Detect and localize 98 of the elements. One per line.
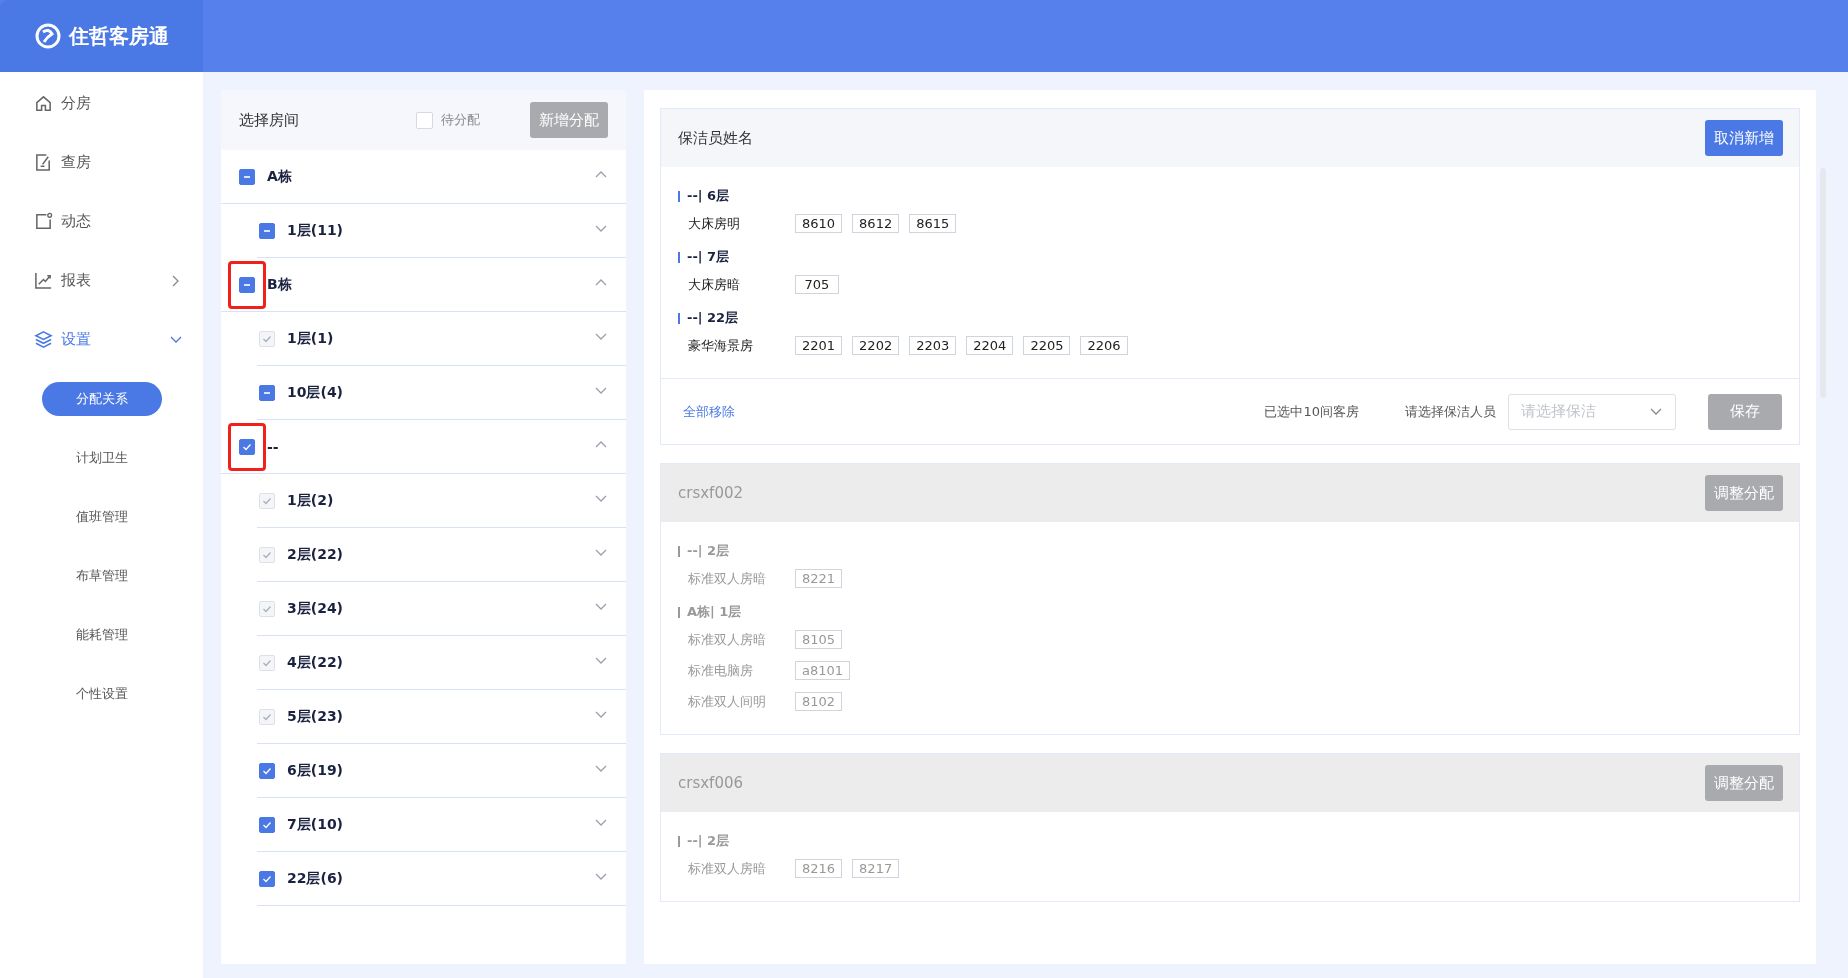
room-tag: 2205 [1023,336,1071,355]
floor-label: 22层(6) [287,869,345,888]
room-tag: 8615 [909,214,957,233]
room-type: 标准双人房暗 [688,569,767,588]
home-icon [34,94,53,113]
checkbox[interactable] [239,276,255,293]
room-tag: 2206 [1080,336,1128,355]
accent-bar [678,545,680,557]
save-button[interactable]: 保存 [1708,393,1782,430]
room-tag: 2204 [966,336,1014,355]
menu-item[interactable]: 查房 [0,133,203,192]
logo-icon [34,23,61,49]
accent-bar [678,251,680,263]
submenu-item[interactable]: 值班管理 [41,499,162,534]
check-icon [262,603,272,614]
floor-label: 1层(2) [287,491,335,510]
submenu-item[interactable]: 分配关系 [41,381,162,416]
accent-bar [678,312,680,324]
room-type: 标准双人房暗 [688,630,767,649]
edit-note-icon [34,153,53,172]
room-tag: 2201 [795,336,843,355]
submenu-item[interactable]: 计划卫生 [41,440,162,475]
floor-label: 3层(24) [287,599,345,618]
floor-title: --| 2层 [687,832,730,850]
checkbox[interactable] [239,438,255,455]
floor-title: --| 7层 [687,248,730,266]
floor-label: 5层(23) [287,707,345,726]
floor-label: 10层(4) [287,383,345,402]
building-label: -- [267,438,280,455]
room-tag: 705 [795,275,839,294]
room-tag: 8102 [795,692,843,711]
layers-icon [34,330,53,349]
building-label: B栋 [267,275,293,294]
check-icon [262,549,272,560]
accent-bar [678,606,680,618]
remove-all-link[interactable]: 全部移除 [683,402,1245,421]
room-tag: 2203 [909,336,957,355]
adjust-button[interactable]: 调整分配 [1705,765,1783,801]
room-type: 大床房暗 [688,275,741,294]
floor-label: 4层(22) [287,653,345,672]
room-tag: 8610 [795,214,843,233]
check-icon [262,711,272,722]
checkbox[interactable] [259,222,275,239]
building-label: A栋 [267,167,293,186]
cleaner-name: 保洁员姓名 [678,128,753,148]
floor-label: 2层(22) [287,545,345,564]
room-tag: 8105 [795,630,843,649]
cleaner-label: 请选择保洁人员 [1405,402,1496,421]
check-icon [262,873,272,884]
adjust-button[interactable]: 调整分配 [1705,475,1783,511]
checkbox[interactable] [259,816,275,833]
room-type: 豪华海景房 [688,336,754,355]
room-tag: a8101 [795,661,851,680]
panel-title: 选择房间 [239,110,300,130]
room-type: 标准双人间明 [688,692,767,711]
floor-title: A栋| 1层 [687,603,742,621]
floor-title: --| 22层 [687,309,739,327]
square-dot-icon [34,212,53,231]
menu-item[interactable]: 动态 [0,192,203,251]
check-icon [262,657,272,668]
floor-label: 1层(1) [287,329,335,348]
cleaner-name: crsxf002 [678,484,744,502]
check-icon [262,495,272,506]
room-type: 标准双人房暗 [688,859,767,878]
check-icon [242,441,252,452]
floor-title: --| 2层 [687,542,730,560]
room-tag: 8221 [795,569,843,588]
checkbox[interactable] [259,762,275,779]
room-type: 大床房明 [688,214,741,233]
cancel-add-button[interactable]: 取消新增 [1705,120,1783,156]
submenu-item[interactable]: 个性设置 [41,676,162,711]
checkbox[interactable] [259,870,275,887]
floor-label: 6层(19) [287,761,345,780]
submenu-item[interactable]: 能耗管理 [41,617,162,652]
checkbox[interactable] [259,384,275,401]
menu-item[interactable]: 报表 [0,251,203,310]
floor-label: 1层(11) [287,221,345,240]
menu-item[interactable]: 设置 [0,310,203,369]
line-chart-icon [34,271,53,290]
room-tag: 8612 [852,214,900,233]
menu-item[interactable]: 分房 [0,74,203,133]
floor-label: 7层(10) [287,815,345,834]
floor-title: --| 6层 [687,187,730,205]
submenu-item[interactable]: 布草管理 [41,558,162,593]
check-icon [262,765,272,776]
app-title: 住哲客房通 [68,22,169,50]
room-type: 标准电脑房 [688,661,754,680]
room-tag: 2202 [852,336,900,355]
pending-filter-checkbox[interactable]: 待分配 [416,111,480,129]
cleaner-name: crsxf006 [678,774,744,792]
room-tag: 8217 [852,859,900,878]
check-icon [262,819,272,830]
selected-count: 已选中10间客房 [1264,402,1359,421]
room-tag: 8216 [795,859,843,878]
checkbox[interactable] [239,168,255,185]
check-icon [262,333,272,344]
accent-bar [678,190,680,202]
accent-bar [678,835,680,847]
